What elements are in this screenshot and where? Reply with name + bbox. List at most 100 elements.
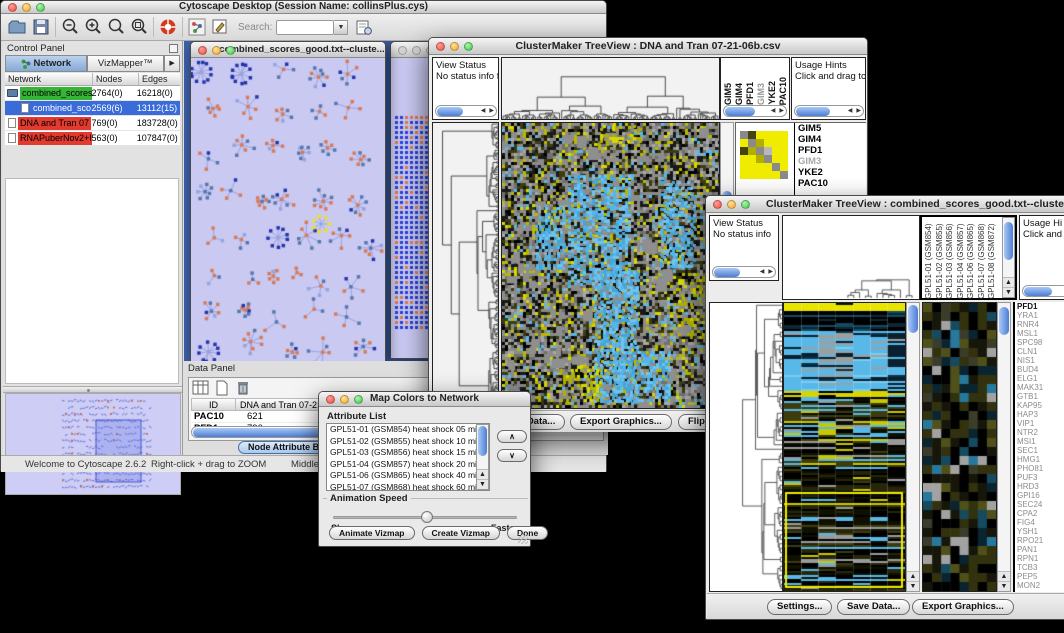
tv2-column-label[interactable]: GPL51-03 (GSM856) [945, 218, 956, 299]
network-table-row[interactable]: combined_sco 2569(6) 13112(15) [5, 101, 180, 116]
tv1-labels-scrollbar[interactable]: ◀▶ [723, 105, 787, 117]
gene-label[interactable]: GIM5 [795, 123, 866, 134]
gene-label[interactable]: CPA2 [1015, 509, 1064, 518]
minimize-button[interactable] [727, 200, 736, 209]
gene-label[interactable]: VIP1 [1015, 419, 1064, 428]
attribute-list-item[interactable]: GPL51-04 (GSM857) heat shock 20 min [327, 459, 477, 471]
new-attribute-icon[interactable] [213, 380, 231, 396]
zoom-selected-icon[interactable] [129, 17, 149, 37]
delete-attribute-icon[interactable] [234, 380, 252, 396]
network-table-row[interactable]: RNAPuberNov2+I 563(0) 107847(0) [5, 131, 180, 146]
zoom-button[interactable] [354, 395, 363, 404]
gene-label[interactable]: SEC1 [1015, 446, 1064, 455]
gene-label[interactable]: ELG1 [1015, 374, 1064, 383]
network-overview-panel[interactable] [5, 393, 181, 495]
gene-label[interactable]: PEP5 [1015, 572, 1064, 581]
move-down-button[interactable]: ∨ [497, 449, 527, 462]
gene-label[interactable]: NTR2 [1015, 428, 1064, 437]
tv2-save-data-button[interactable]: Save Data... [837, 599, 910, 615]
tv1-column-label[interactable]: YKE2 [767, 81, 778, 105]
table-icon[interactable] [192, 380, 210, 396]
attribute-listbox[interactable]: GPL51-01 (GSM854) heat shock 05 minGPL51… [326, 423, 490, 491]
tab-vizmapper[interactable]: VizMapper™ [87, 55, 165, 72]
tv2-column-dendrogram[interactable] [782, 215, 920, 300]
zoom-button[interactable] [226, 46, 235, 55]
network-nodes-icon[interactable] [187, 17, 207, 37]
gene-label[interactable]: YSH1 [1015, 527, 1064, 536]
tv1-column-dendrogram[interactable] [501, 57, 720, 120]
gene-label[interactable]: KAP95 [1015, 401, 1064, 410]
close-button[interactable] [436, 42, 445, 51]
tv2-labels-vscrollbar[interactable]: ▲▼ [1002, 217, 1015, 298]
main-titlebar[interactable]: Cytoscape Desktop (Session Name: collins… [1, 1, 606, 14]
gene-label[interactable]: HMG1 [1015, 455, 1064, 464]
move-up-button[interactable]: ∧ [497, 430, 527, 443]
tv1-column-label[interactable]: GIM4 [734, 83, 745, 105]
tv2-status-scrollbar[interactable]: ◀▶ [712, 266, 776, 278]
tv1-status-scrollbar[interactable]: ◀▶ [435, 105, 497, 117]
slider-thumb[interactable] [421, 511, 433, 523]
tv2-column-label[interactable]: GPL51-06 (GSM865) [966, 218, 977, 299]
tab-overflow-button[interactable]: ▶ [164, 55, 180, 72]
gene-label[interactable]: NIS1 [1015, 356, 1064, 365]
zoom-button[interactable] [464, 42, 473, 51]
gene-label[interactable]: SPC98 [1015, 338, 1064, 347]
minimize-button[interactable] [450, 42, 459, 51]
tv2-column-label[interactable]: GPL51-01 (GSM854) [924, 218, 935, 299]
zoom-button[interactable] [36, 3, 45, 12]
annotation-icon[interactable] [210, 17, 230, 37]
gene-label[interactable]: FIG4 [1015, 518, 1064, 527]
resize-grip[interactable] [518, 534, 528, 544]
float-panel-icon[interactable] [169, 44, 178, 53]
network-window-1[interactable]: combined_scores_good.txt--cluste... [190, 41, 386, 361]
search-config-icon[interactable] [354, 17, 374, 37]
close-button[interactable] [8, 3, 17, 12]
gene-label[interactable]: SEC24 [1015, 500, 1064, 509]
tv1-column-label[interactable]: PFD1 [745, 82, 756, 105]
attribute-list-item[interactable]: GPL51-07 (GSM868) heat shock 60 min [327, 482, 477, 492]
gene-label[interactable]: PAN1 [1015, 545, 1064, 554]
attribute-list-scrollbar[interactable]: ▲▼ [476, 424, 489, 490]
attribute-list-item[interactable]: GPL51-06 (GSM865) heat shock 40 min [327, 470, 477, 482]
gene-label[interactable]: HRD3 [1015, 482, 1064, 491]
close-button[interactable] [713, 200, 722, 209]
gene-label[interactable]: YRA1 [1015, 311, 1064, 320]
network-view-canvas-1[interactable] [191, 58, 385, 361]
network-table-row[interactable]: DNA and Tran 07 769(0) 183728(0) [5, 116, 180, 131]
window-controls[interactable] [8, 3, 45, 12]
gene-label[interactable]: RPN1 [1015, 554, 1064, 563]
gene-label[interactable]: MON2 [1015, 581, 1064, 590]
search-input[interactable] [276, 20, 334, 35]
tv1-heatmap[interactable] [501, 122, 720, 409]
gene-label[interactable]: HAP3 [1015, 410, 1064, 419]
network-overview-canvas[interactable] [6, 394, 180, 494]
gene-label[interactable]: PFD1 [795, 145, 866, 156]
tv1-mini-matrix[interactable] [740, 131, 788, 179]
network-list-empty-area[interactable] [5, 178, 179, 384]
gene-label[interactable]: GPI16 [1015, 491, 1064, 500]
tv2-zoom-vscrollbar[interactable]: ▲▼ [997, 302, 1011, 592]
data-col-id[interactable]: ID [192, 399, 236, 410]
gene-label[interactable]: PFD1 [1015, 302, 1064, 311]
tv2-heatmap[interactable] [783, 302, 906, 592]
tab-network[interactable]: Network [5, 55, 87, 72]
gene-label[interactable]: RPO21 [1015, 536, 1064, 545]
zoom-button[interactable] [741, 200, 750, 209]
gene-label[interactable]: BUD4 [1015, 365, 1064, 374]
tv2-settings-button[interactable]: Settings... [767, 599, 832, 615]
gene-label[interactable]: GIM4 [795, 134, 866, 145]
tv1-column-label[interactable]: PAC10 [778, 77, 789, 105]
gene-label[interactable]: MSL1 [1015, 329, 1064, 338]
dialog-button[interactable]: Animate Vizmap [329, 526, 415, 540]
tv2-column-label[interactable]: GPL51-08 (GSM872) [987, 218, 998, 299]
panel-splitter[interactable] [3, 386, 182, 393]
tv2-column-label[interactable]: GPL51-02 (GSM855) [935, 218, 946, 299]
tv1-column-label[interactable]: GIM5 [723, 83, 734, 105]
open-file-icon[interactable] [7, 17, 27, 37]
gene-label[interactable]: PUF3 [1015, 473, 1064, 482]
gene-label[interactable]: CLN1 [1015, 347, 1064, 356]
zoom-in-icon[interactable] [83, 17, 103, 37]
gene-label[interactable]: YKE2 [795, 167, 866, 178]
tv2-column-label[interactable]: GPL51-07 (GSM868) [977, 218, 988, 299]
tv2-export-graphics-button[interactable]: Export Graphics... [912, 599, 1014, 615]
